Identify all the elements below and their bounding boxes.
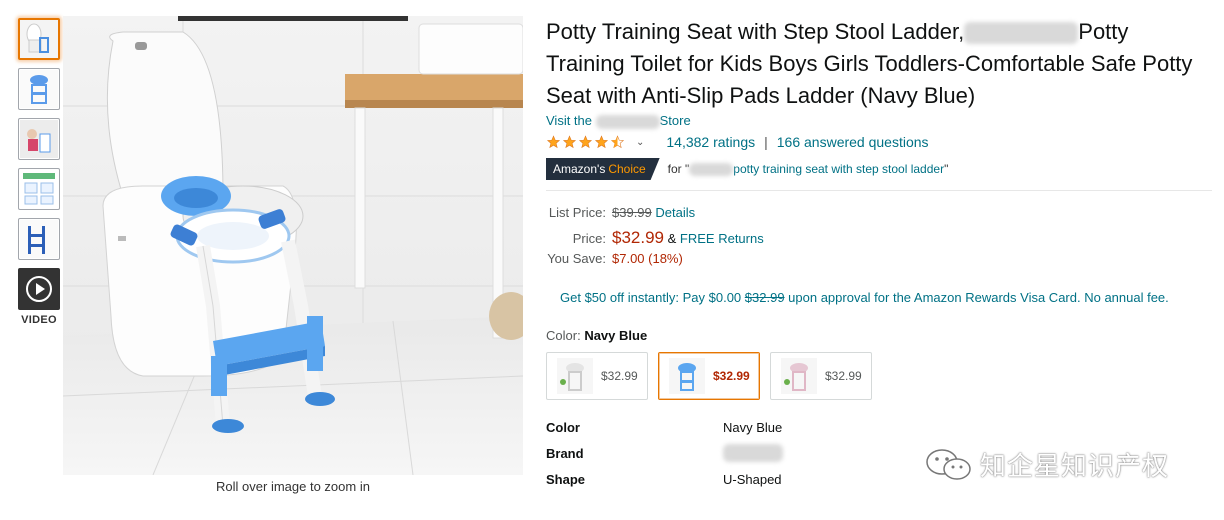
visa-promo[interactable]: Get $50 off instantly: Pay $0.00 $32.99 …: [560, 288, 1170, 308]
list-price: $39.99: [612, 205, 652, 220]
list-price-label: List Price:: [548, 205, 606, 220]
swatch-option-3[interactable]: $32.99: [770, 352, 872, 400]
savings-row: You Save: $7.00 (18%): [546, 251, 1212, 274]
redacted-brand-query: [689, 163, 734, 177]
price-row: Price: $32.99 & FREE Returns: [546, 228, 1212, 251]
ampersand: &: [667, 231, 677, 246]
answered-questions-link[interactable]: 166 answered questions: [777, 134, 929, 150]
chevron-down-icon[interactable]: ⌄: [636, 137, 644, 148]
spec-key: Color: [546, 419, 580, 435]
video-label: VIDEO: [21, 314, 57, 326]
choice-query-link[interactable]: potty training seat with step stool ladd…: [733, 162, 944, 176]
spec-value: Navy Blue: [723, 419, 783, 435]
swatch-thumbnail-icon: [669, 358, 705, 394]
spec-key: Brand: [546, 445, 584, 461]
star-rating[interactable]: [546, 135, 626, 149]
star-half-icon: [610, 135, 625, 149]
title-part-1: Potty Training Seat with Step Stool Ladd…: [546, 19, 965, 44]
redacted-store-name: [595, 114, 660, 129]
savings-label: You Save:: [547, 251, 606, 266]
product-thumbnail-icon: [20, 120, 58, 158]
star-full-icon: [562, 135, 577, 149]
swatch-thumbnail-icon: [781, 358, 817, 394]
product-thumbnail-icon: [20, 20, 58, 58]
product-thumbnail-icon: [20, 170, 58, 208]
separator: |: [764, 134, 768, 150]
watermark-text: 知企星知识产权: [980, 452, 1170, 482]
list-price-row: List Price: $39.99 Details: [546, 205, 1212, 228]
play-icon: [26, 276, 52, 302]
product-title: Potty Training Seat with Step Stool Ladd…: [546, 16, 1212, 112]
redacted-brand: [964, 22, 1079, 45]
spec-value: U-Shaped: [723, 471, 782, 487]
color-swatches: $32.99 $32.99 $32.99: [546, 352, 1212, 400]
divider: [546, 190, 1212, 191]
thumbnail-5[interactable]: [18, 218, 60, 260]
free-returns-link[interactable]: FREE Returns: [680, 231, 764, 246]
thumbnail-1[interactable]: [18, 18, 60, 60]
amazons-choice-row: Amazon's Choice for " potty training seat …: [546, 158, 1212, 180]
watermark: 知企星知识产权: [924, 446, 1169, 483]
main-product-image[interactable]: [63, 16, 523, 475]
redacted-brand-value: [723, 444, 783, 462]
price-label: Price:: [572, 231, 606, 246]
amazons-choice-badge: Amazon's Choice: [546, 158, 660, 180]
star-full-icon: [546, 135, 561, 149]
swatch-option-1[interactable]: $32.99: [546, 352, 648, 400]
spec-key: Shape: [546, 471, 586, 487]
price-block: List Price: $39.99 Details Price: $32.99…: [546, 205, 1212, 274]
swatch-thumbnail-icon: [557, 358, 593, 394]
details-link[interactable]: Details: [655, 205, 695, 220]
star-full-icon: [578, 135, 593, 149]
visit-store-link[interactable]: Visit the Store: [546, 112, 1212, 130]
swatch-option-2[interactable]: $32.99: [658, 352, 760, 400]
thumbnail-3[interactable]: [18, 118, 60, 160]
color-label: Color: Navy Blue: [546, 328, 648, 343]
savings-amount: $7.00 (18%): [612, 251, 683, 266]
product-details: Potty Training Seat with Step Stool Ladd…: [546, 16, 1212, 492]
star-full-icon: [594, 135, 609, 149]
thumbnail-4[interactable]: [18, 168, 60, 210]
product-thumbnail-icon: [20, 70, 58, 108]
spec-row: Color Navy Blue: [546, 414, 1212, 440]
selected-color: Navy Blue: [584, 328, 648, 343]
product-thumbnail-icon: [20, 220, 58, 258]
thumbnail-2[interactable]: [18, 68, 60, 110]
current-price: $32.99: [612, 228, 664, 247]
choice-for-text: for " potty training seat with step stool…: [667, 161, 949, 177]
ratings-count-link[interactable]: 14,382 ratings: [666, 134, 755, 150]
thumbnail-video[interactable]: [18, 268, 60, 310]
product-photo: [63, 16, 523, 475]
wechat-logo-icon: [926, 448, 971, 480]
thumbnail-strip: VIDEO: [18, 18, 62, 326]
zoom-hint: Roll over image to zoom in: [216, 479, 370, 494]
rating-row: ⌄ 14,382 ratings | 166 answered question…: [546, 132, 1212, 152]
